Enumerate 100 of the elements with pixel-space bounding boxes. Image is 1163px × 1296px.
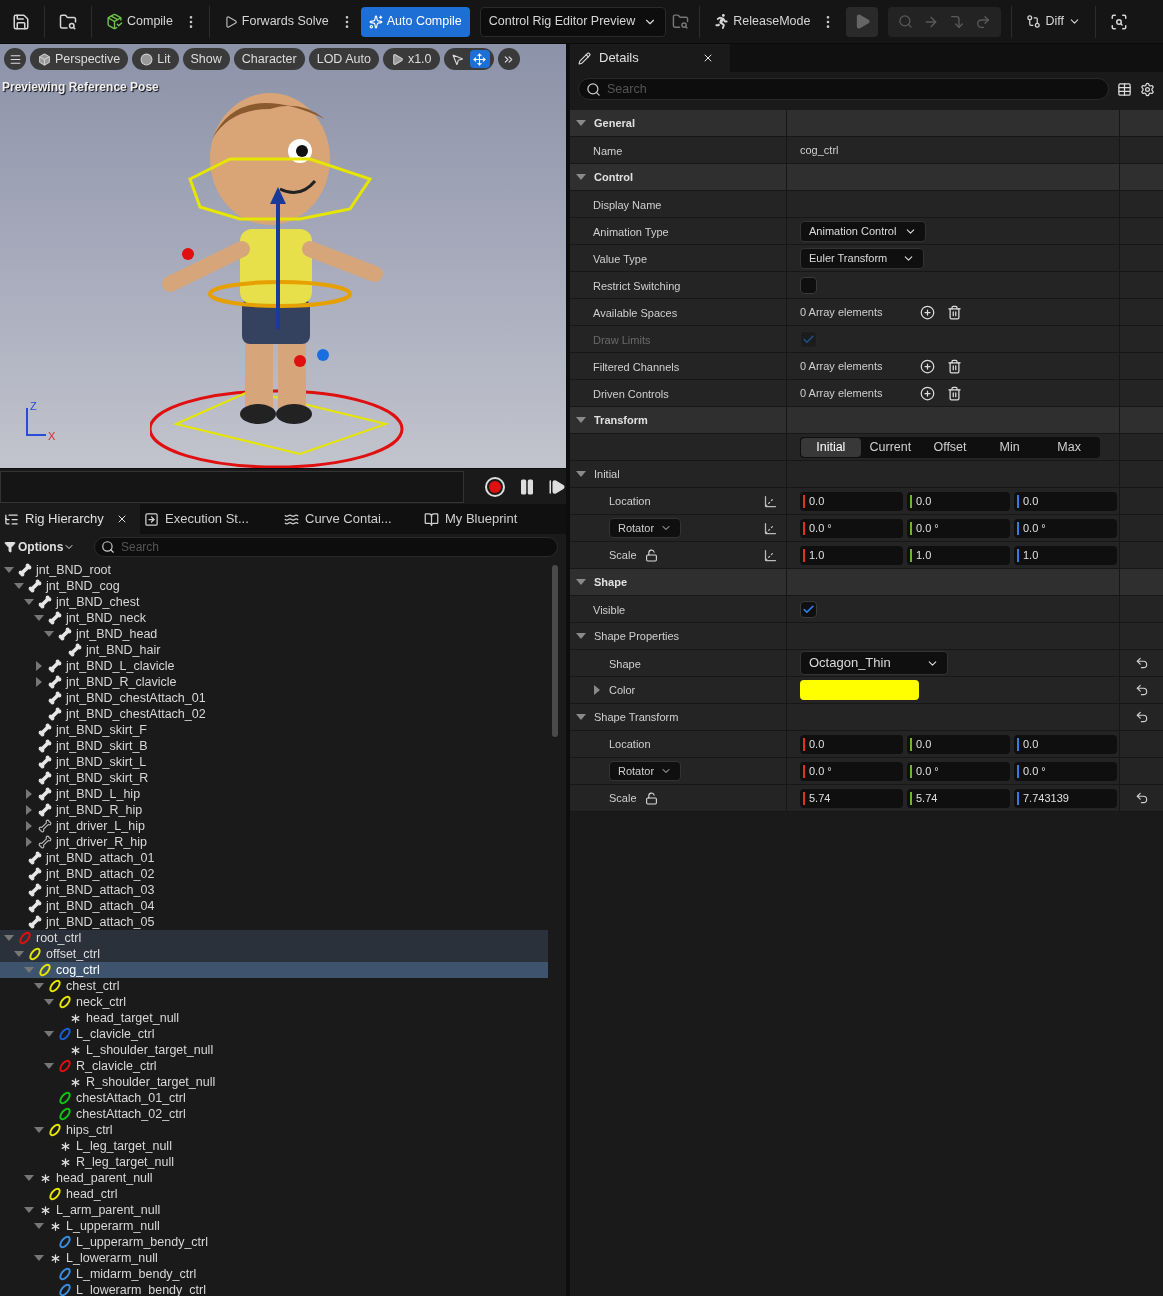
- expanded-arrow-icon[interactable]: [576, 119, 586, 127]
- collapsed-arrow-icon[interactable]: [594, 685, 601, 695]
- group-label[interactable]: Initial: [594, 465, 620, 483]
- tree-row[interactable]: L_arm_parent_null: [0, 1202, 548, 1218]
- delete-icon[interactable]: [947, 304, 962, 320]
- reset-icon[interactable]: [1134, 710, 1149, 724]
- record-icon[interactable]: [484, 475, 506, 498]
- forwards-solve-button[interactable]: Forwards Solve: [219, 5, 333, 38]
- number-field[interactable]: 5.74: [800, 788, 903, 808]
- expanded-arrow-icon[interactable]: [576, 632, 586, 640]
- expanded-arrow-icon[interactable]: [14, 950, 24, 958]
- number-field[interactable]: 0.0 °: [1014, 761, 1117, 781]
- section-header[interactable]: General: [594, 114, 635, 132]
- tree-row[interactable]: L_lowerarm_null: [0, 1250, 548, 1266]
- checkbox[interactable]: [800, 600, 817, 618]
- viewport[interactable]: Perspective Lit Show Character LOD Auto x1.0 Previewing Reference Pose Z X: [0, 44, 566, 468]
- expanded-arrow-icon[interactable]: [44, 1062, 54, 1070]
- expanded-arrow-icon[interactable]: [44, 998, 54, 1006]
- find-icon[interactable]: [1110, 12, 1128, 31]
- tree-row[interactable]: L_lowerarm_bendy_ctrl: [0, 1282, 548, 1296]
- reset-icon[interactable]: [1134, 791, 1149, 805]
- rotator-dropdown[interactable]: Rotator: [609, 761, 681, 781]
- preview-dropdown[interactable]: Control Rig Editor Preview: [479, 6, 667, 37]
- expanded-arrow-icon[interactable]: [24, 598, 34, 606]
- browse-icon[interactable]: [59, 12, 77, 31]
- preview-browse-icon[interactable]: [672, 13, 690, 30]
- expanded-arrow-icon[interactable]: [4, 566, 14, 574]
- more-button[interactable]: [497, 48, 520, 70]
- expanded-arrow-icon[interactable]: [34, 614, 44, 622]
- segment-tab[interactable]: Offset: [920, 437, 980, 457]
- reset-icon[interactable]: [1134, 683, 1149, 697]
- tree-row[interactable]: jnt_BND_skirt_L: [0, 754, 548, 770]
- save-icon[interactable]: [12, 12, 30, 31]
- tree-row[interactable]: R_shoulder_target_null: [0, 1074, 548, 1090]
- number-field[interactable]: 1.0: [907, 545, 1010, 565]
- play-button[interactable]: [846, 6, 879, 37]
- collapsed-arrow-icon[interactable]: [35, 661, 43, 671]
- collapsed-arrow-icon[interactable]: [25, 837, 33, 847]
- panel-tab[interactable]: Rig Hierarchy: [0, 504, 140, 534]
- pause-icon[interactable]: [518, 477, 536, 496]
- lock-icon[interactable]: [644, 791, 658, 805]
- collapsed-arrow-icon[interactable]: [25, 805, 33, 815]
- checkbox[interactable]: [800, 276, 817, 294]
- tree-row[interactable]: jnt_BND_R_hip: [0, 802, 548, 818]
- tree-row[interactable]: R_clavicle_ctrl: [0, 1058, 548, 1074]
- tree-row[interactable]: chestAttach_02_ctrl: [0, 1106, 548, 1122]
- tree-row[interactable]: L_shoulder_target_null: [0, 1042, 548, 1058]
- coordinate-space-icon[interactable]: [763, 493, 778, 509]
- number-field[interactable]: 0.0: [907, 734, 1010, 754]
- tree-row[interactable]: L_midarm_bendy_ctrl: [0, 1266, 548, 1282]
- number-field[interactable]: 1.0: [800, 545, 903, 565]
- tree-row[interactable]: jnt_BND_chestAttach_01: [0, 690, 548, 706]
- tree-row[interactable]: cog_ctrl: [0, 962, 548, 978]
- number-field[interactable]: 0.0: [907, 491, 1010, 511]
- viewport-option-button[interactable]: Lit: [132, 48, 179, 70]
- number-field[interactable]: 0.0: [1014, 734, 1117, 754]
- expanded-arrow-icon[interactable]: [34, 1222, 44, 1230]
- grid-view-icon[interactable]: [1117, 81, 1132, 97]
- scrollbar[interactable]: [552, 565, 558, 737]
- search-field[interactable]: Search: [94, 537, 558, 557]
- tree-row[interactable]: hips_ctrl: [0, 1122, 548, 1138]
- settings-icon[interactable]: [1140, 81, 1155, 97]
- expanded-arrow-icon[interactable]: [34, 1126, 44, 1134]
- delete-icon[interactable]: [947, 385, 962, 401]
- tree-row[interactable]: L_leg_target_null: [0, 1138, 548, 1154]
- tree-row[interactable]: chestAttach_01_ctrl: [0, 1090, 548, 1106]
- reset-icon[interactable]: [1134, 656, 1149, 670]
- auto-compile-button[interactable]: Auto Compile: [360, 6, 470, 37]
- tree-row[interactable]: L_clavicle_ctrl: [0, 1026, 548, 1042]
- dropdown[interactable]: Octagon_Thin: [800, 651, 948, 675]
- tree-row[interactable]: L_upperarm_null: [0, 1218, 548, 1234]
- coordinate-space-icon[interactable]: [763, 520, 778, 536]
- number-field[interactable]: 5.74: [907, 788, 1010, 808]
- panel-tab[interactable]: Execution St...: [140, 504, 280, 534]
- tree-row[interactable]: jnt_driver_L_hip: [0, 818, 548, 834]
- tree-row[interactable]: jnt_BND_skirt_F: [0, 722, 548, 738]
- section-header[interactable]: Control: [594, 168, 634, 186]
- add-icon[interactable]: [920, 304, 935, 320]
- details-tab[interactable]: Details: [570, 44, 730, 72]
- step-forward-icon[interactable]: [548, 477, 566, 496]
- tree-row[interactable]: offset_ctrl: [0, 946, 548, 962]
- tree-row[interactable]: head_target_null: [0, 1010, 548, 1026]
- menu-button[interactable]: [4, 48, 26, 70]
- tree-row[interactable]: jnt_BND_L_hip: [0, 786, 548, 802]
- tree-row[interactable]: jnt_BND_cog: [0, 578, 548, 594]
- tree-row[interactable]: jnt_BND_attach_02: [0, 866, 548, 882]
- tree-row[interactable]: head_parent_null: [0, 1170, 548, 1186]
- rotator-dropdown[interactable]: Rotator: [609, 518, 681, 538]
- expanded-arrow-icon[interactable]: [576, 173, 586, 181]
- tree-row[interactable]: jnt_BND_attach_05: [0, 914, 548, 930]
- color-swatch[interactable]: [800, 680, 919, 700]
- number-field[interactable]: 7.743139: [1014, 788, 1117, 808]
- tree-row[interactable]: jnt_BND_L_clavicle: [0, 658, 548, 674]
- translate-tool-button[interactable]: [469, 50, 490, 68]
- viewport-option-button[interactable]: LOD Auto: [308, 48, 379, 70]
- tree-row[interactable]: jnt_BND_attach_01: [0, 850, 548, 866]
- expanded-arrow-icon[interactable]: [34, 1254, 44, 1262]
- dropdown[interactable]: Animation Control: [800, 220, 927, 242]
- expanded-arrow-icon[interactable]: [4, 934, 14, 942]
- viewport-option-button[interactable]: Character: [233, 48, 305, 70]
